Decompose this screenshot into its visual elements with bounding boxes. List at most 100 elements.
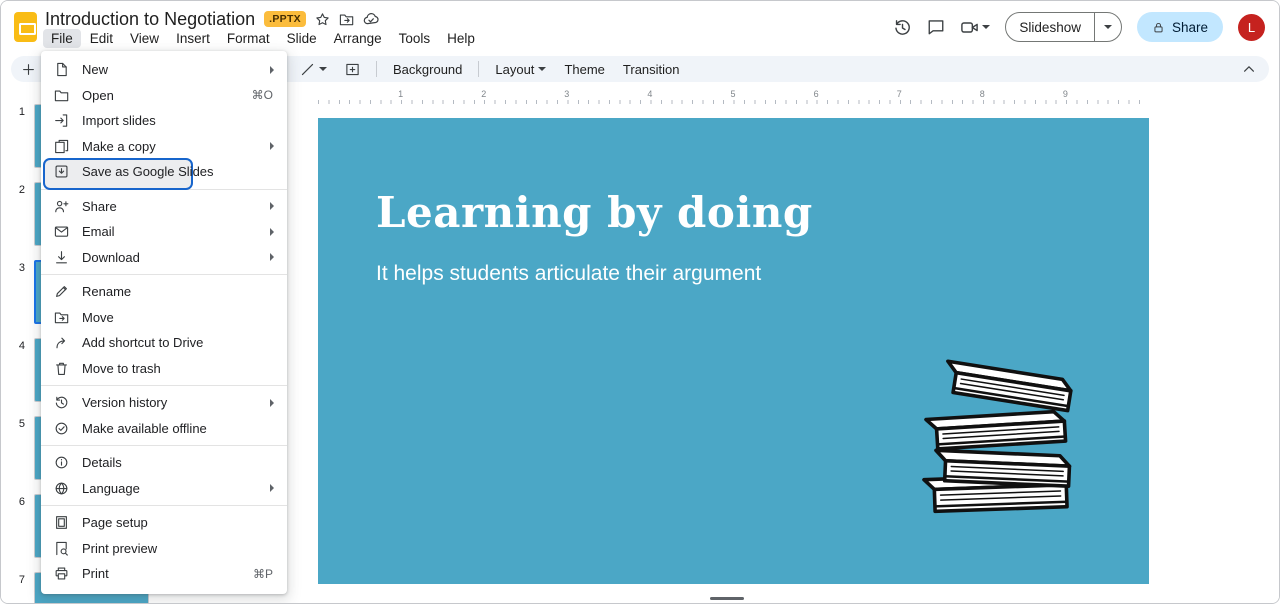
account-avatar[interactable]: L [1238,14,1265,41]
star-icon[interactable] [315,12,330,27]
file-menu-item-move-to-trash[interactable]: Move to trash [41,356,287,382]
current-slide[interactable]: Learning by doing It helps students arti… [318,118,1149,584]
slideshow-button[interactable]: Slideshow [1005,12,1122,42]
move-folder-icon[interactable] [339,12,354,27]
app-header: Introduction to Negotiation .PPTX FileEd… [1,1,1279,53]
new-slide-button[interactable] [21,62,36,77]
menubar: FileEditViewInsertFormatSlideArrangeTool… [43,29,484,48]
books-image[interactable] [910,358,1094,522]
menu-item-label: Share [82,199,117,214]
menubar-slide[interactable]: Slide [279,29,325,48]
camera-icon [960,18,979,37]
offline-icon [54,421,69,436]
document-status-cloud-icon[interactable] [363,11,379,27]
menubar-view[interactable]: View [122,29,167,48]
menubar-tools[interactable]: Tools [391,29,439,48]
move-folder-icon [54,310,69,325]
file-menu-item-move[interactable]: Move [41,305,287,331]
camera-dropdown-caret-icon [982,25,990,29]
ruler-number: 3 [564,89,569,99]
menu-item-label: Move [82,310,114,325]
filmstrip-slide-number: 3 [7,262,25,274]
google-slides-app: Introduction to Negotiation .PPTX FileEd… [0,0,1280,604]
menu-item-shortcut: ⌘O [252,88,273,102]
meet-camera-button[interactable] [960,18,990,37]
file-menu-item-rename[interactable]: Rename [41,279,287,305]
file-menu-item-share[interactable]: Share [41,194,287,220]
slide-title[interactable]: Learning by doing [376,188,813,237]
menu-item-label: Move to trash [82,361,161,376]
new-document-icon [54,62,69,77]
file-menu-item-import-slides[interactable]: Import slides [41,108,287,134]
menubar-file[interactable]: File [43,29,81,48]
menu-item-label: Open [82,88,114,103]
books-illustration [910,358,1094,522]
menu-item-label: Rename [82,284,131,299]
version-history-icon [54,395,69,410]
share-label: Share [1172,20,1208,35]
ruler-number: 7 [897,89,902,99]
filmstrip-slide-number: 7 [7,574,25,586]
menubar-help[interactable]: Help [439,29,483,48]
layout-caret-icon [538,67,546,71]
submenu-arrow-icon [270,228,274,236]
menu-item-label: Print [82,566,109,581]
menubar-insert[interactable]: Insert [168,29,218,48]
horizontal-ruler: 123456789 [318,89,1149,104]
file-menu-item-save-as-google-slides[interactable]: Save as Google Slides [41,159,287,185]
toolbar-divider [376,61,377,77]
slide-subtitle[interactable]: It helps students articulate their argum… [376,262,761,286]
file-menu-item-make-a-copy[interactable]: Make a copy [41,134,287,160]
line-tool-caret-icon [319,67,327,71]
history-icon[interactable] [893,18,912,37]
menubar-format[interactable]: Format [219,29,278,48]
file-menu-item-page-setup[interactable]: Page setup [41,510,287,536]
file-menu-item-make-available-offline[interactable]: Make available offline [41,416,287,442]
layout-button[interactable]: Layout [486,57,555,81]
appbar-actions: Slideshow Share L [893,11,1265,43]
share-button[interactable]: Share [1137,12,1223,42]
file-menu-item-email[interactable]: Email [41,219,287,245]
ruler-number: 5 [731,89,736,99]
slides-logo-icon[interactable] [14,12,37,42]
menu-item-label: Print preview [82,541,157,556]
ruler-number: 2 [481,89,486,99]
insert-placeholder-button[interactable] [336,57,369,81]
file-menu-item-language[interactable]: Language [41,476,287,502]
document-title[interactable]: Introduction to Negotiation [45,9,255,30]
rename-icon [54,284,69,299]
trash-icon [54,361,69,376]
file-menu-item-add-shortcut-to-drive[interactable]: Add shortcut to Drive [41,330,287,356]
menubar-edit[interactable]: Edit [82,29,121,48]
submenu-arrow-icon [270,202,274,210]
share-person-icon [54,199,69,214]
save-as-google-slides-icon [54,164,69,179]
speaker-notes-handle[interactable] [710,597,744,600]
file-menu-item-download[interactable]: Download [41,245,287,271]
file-menu-item-version-history[interactable]: Version history [41,390,287,416]
file-menu-item-print-preview[interactable]: Print preview [41,536,287,562]
collapse-toolbar-button[interactable] [1241,61,1257,77]
menu-divider [41,505,287,506]
insert-placeholder-icon [345,62,360,77]
submenu-arrow-icon [270,142,274,150]
submenu-arrow-icon [270,484,274,492]
menu-item-label: Version history [82,395,167,410]
theme-button[interactable]: Theme [555,57,613,81]
details-icon [54,455,69,470]
menubar-arrange[interactable]: Arrange [326,29,390,48]
layout-label: Layout [495,62,534,77]
file-menu-item-print[interactable]: Print⌘P [41,561,287,587]
filmstrip-slide-number: 4 [7,340,25,352]
file-menu-item-details[interactable]: Details [41,450,287,476]
submenu-arrow-icon [270,66,274,74]
file-menu-item-open[interactable]: Open ⌘O [41,83,287,109]
line-tool-button[interactable] [291,57,336,81]
slideshow-dropdown-button[interactable] [1095,25,1121,29]
transition-button[interactable]: Transition [614,57,689,81]
background-button[interactable]: Background [384,57,471,81]
file-menu-item-new[interactable]: New [41,57,287,83]
comments-icon[interactable] [927,18,945,36]
ruler-number: 4 [647,89,652,99]
menu-item-label: New [82,62,108,77]
